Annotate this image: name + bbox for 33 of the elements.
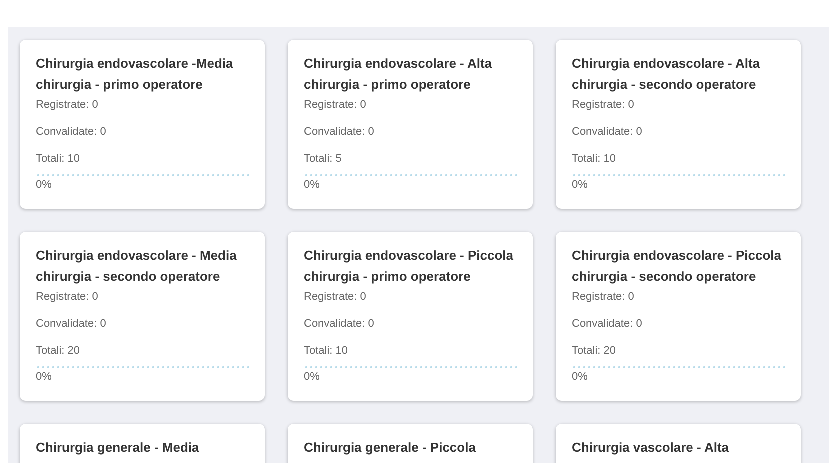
card-title: Chirurgia endovascolare - Alta chirurgia - secondo operatore	[572, 55, 762, 94]
card-title: Chirurgia endovascolare - Media chirurgia - secondo operatore	[36, 247, 238, 286]
progress-percent: 0%	[572, 371, 589, 384]
total-count: Totali: 10	[304, 345, 350, 358]
registered-count: Registrate: 0	[36, 291, 100, 304]
validated-count: Convalidate: 0	[304, 126, 376, 139]
total-count: Totali: 10	[572, 153, 618, 166]
progress-percent: 0%	[304, 371, 321, 384]
validated-count: Convalidate: 0	[36, 318, 108, 331]
progress-percent: 0%	[36, 179, 53, 192]
card-title: Chirurgia generale - Media	[36, 439, 200, 457]
validated-count: Convalidate: 0	[36, 126, 108, 139]
total-count: Totali: 20	[36, 345, 82, 358]
registered-count: Registrate: 0	[572, 99, 636, 112]
total-count: Totali: 20	[572, 345, 618, 358]
progress-percent: 0%	[36, 371, 53, 384]
registered-count: Registrate: 0	[304, 99, 368, 112]
card-title: Chirurgia endovascolare - Piccola chirurgia - primo operatore	[304, 247, 515, 286]
registered-count: Registrate: 0	[304, 291, 368, 304]
total-count: Totali: 10	[36, 153, 82, 166]
card-title: Chirurgia generale - Piccola	[304, 439, 477, 457]
progress-percent: 0%	[304, 179, 321, 192]
progress-percent: 0%	[572, 179, 589, 192]
validated-count: Convalidate: 0	[572, 126, 644, 139]
registered-count: Registrate: 0	[572, 291, 636, 304]
card-title: Chirurgia endovascolare - Piccola chirurgia - secondo operatore	[572, 247, 783, 286]
total-count: Totali: 5	[304, 153, 343, 166]
card-title: Chirurgia endovascolare - Alta chirurgia - primo operatore	[304, 55, 494, 94]
validated-count: Convalidate: 0	[304, 318, 376, 331]
card-title: Chirurgia endovascolare -Media chirurgia - primo operatore	[36, 55, 234, 94]
validated-count: Convalidate: 0	[572, 318, 644, 331]
registered-count: Registrate: 0	[36, 99, 100, 112]
card-title: Chirurgia vascolare - Alta	[572, 439, 730, 457]
